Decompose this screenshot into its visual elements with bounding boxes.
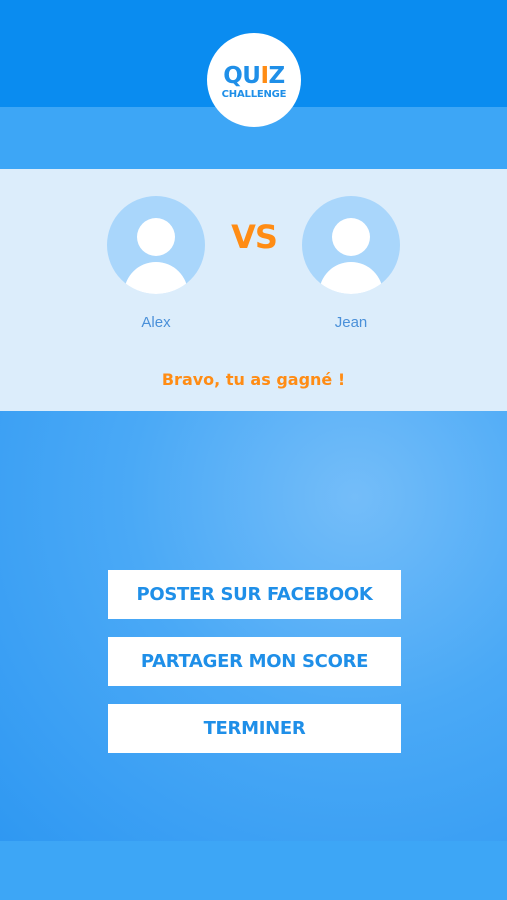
avatar-shoulders (319, 262, 383, 294)
avatar-head (332, 218, 370, 256)
player-2-name: Jean (334, 314, 368, 331)
versus-panel: VS Alex Jean Bravo, tu as gagné ! (0, 169, 507, 411)
main-area (0, 411, 507, 841)
player-1-name: Alex (141, 314, 171, 331)
post-facebook-button[interactable]: POSTER SUR FACEBOOK (108, 570, 401, 619)
footer-band (0, 841, 507, 900)
result-message: Bravo, tu as gagné ! (161, 370, 346, 389)
quiz-challenge-logo: QUIZ CHALLENGE (207, 33, 301, 127)
logo-subtitle: CHALLENGE (221, 88, 287, 100)
share-score-button[interactable]: PARTAGER MON SCORE (108, 637, 401, 686)
vs-label: VS (231, 218, 278, 256)
avatar-head (137, 218, 175, 256)
logo-title-part1: QU (223, 62, 261, 89)
player-2-avatar-icon (302, 196, 400, 294)
avatar-shoulders (124, 262, 188, 294)
logo-title: QUIZ (223, 62, 286, 89)
logo-title-part3: Z (268, 62, 286, 89)
logo-title-part2: I (260, 62, 269, 89)
player-1-avatar-icon (107, 196, 205, 294)
finish-button[interactable]: TERMINER (108, 704, 401, 753)
